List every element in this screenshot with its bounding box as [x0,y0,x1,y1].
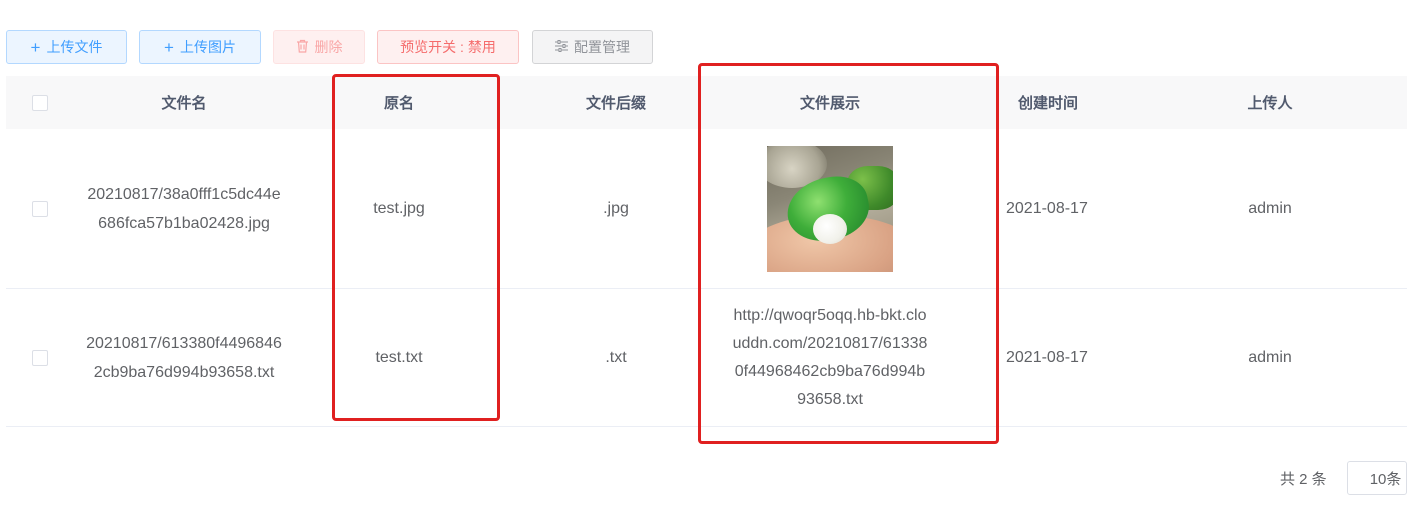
cell-file-name: 20210817/613380f44968462cb9ba76d994b9365… [86,334,282,381]
header-file-suffix[interactable]: 文件后缀 [504,76,728,129]
upload-file-label: 上传文件 [46,39,103,55]
row-checkbox[interactable] [32,200,48,217]
total-count: 共 2 条 [1280,470,1327,488]
pagination: 共 2 条 10条 [1280,460,1407,496]
row-select-cell [6,289,74,426]
highlight-box-original-name [332,74,500,421]
preview-toggle-button[interactable]: 预览开关 : 禁用 [377,30,519,64]
page-size-value: 10条 [1369,470,1402,488]
sliders-icon [555,39,568,55]
upload-image-label: 上传图片 [179,39,236,55]
trash-icon [296,39,309,56]
config-manage-button[interactable]: 配置管理 [532,30,653,64]
highlight-box-file-display [698,63,999,444]
header-uploader[interactable]: 上传人 [1168,76,1372,129]
cell-file-suffix: .txt [605,349,627,366]
page-size-select[interactable]: 10条 [1346,461,1407,495]
cell-file-suffix: .jpg [603,200,629,217]
cell-uploader: admin [1248,200,1292,217]
row-select-cell [6,129,74,288]
header-file-name[interactable]: 文件名 [74,76,294,129]
plus-icon: + [30,37,41,57]
upload-file-button[interactable]: + 上传文件 [6,30,127,64]
select-all-cell [6,76,74,129]
config-manage-label: 配置管理 [574,39,630,55]
toolbar: + 上传文件 + 上传图片 删除 预览开关 : 禁用 配置管理 [0,0,1407,70]
cell-file-name: 20210817/38a0fff1c5dc44e686fca57b1ba0242… [87,185,281,232]
cell-uploader: admin [1248,349,1292,366]
select-all-checkbox[interactable] [32,94,48,111]
delete-button[interactable]: 删除 [273,30,365,64]
plus-icon: + [164,37,174,57]
upload-image-button[interactable]: + 上传图片 [139,30,261,64]
delete-label: 删除 [314,39,343,55]
row-checkbox[interactable] [32,349,48,366]
preview-toggle-label: 预览开关 : 禁用 [400,39,496,55]
